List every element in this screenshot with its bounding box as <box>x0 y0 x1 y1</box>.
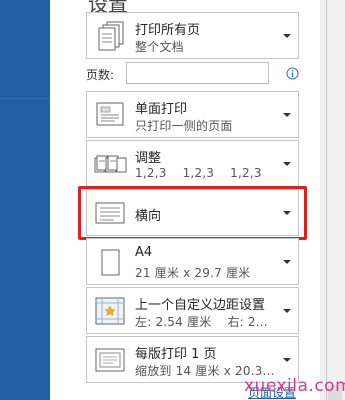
sides-title: 单面打印 <box>135 102 188 117</box>
collate-dropdown[interactable]: 调整 1,2,3 1,2,3 1,2,3 <box>86 140 299 187</box>
pages-per-sheet-icon <box>95 348 125 372</box>
preview-scroll-area[interactable] <box>320 0 345 400</box>
backstage-nav <box>0 0 50 400</box>
pages-label: 页数: <box>86 68 115 82</box>
dropdown-arrow-icon <box>283 162 291 166</box>
dropdown-arrow-icon <box>283 34 291 38</box>
single-sided-icon <box>96 102 124 126</box>
paper-size-dropdown[interactable]: A4 21 厘米 x 29.7 厘米 <box>86 238 299 285</box>
margins-title: 上一个自定义边距设置 <box>135 298 266 313</box>
nav-divider <box>0 98 50 99</box>
collate-subtitle: 1,2,3 1,2,3 1,2,3 <box>135 166 262 180</box>
sides-dropdown[interactable]: 单面打印 只打印一侧的页面 <box>86 91 299 138</box>
margins-subtitle: 左: 2.54 厘米 右: 2... <box>135 315 268 329</box>
paper-size-title: A4 <box>135 245 153 260</box>
dropdown-arrow-icon <box>283 358 291 362</box>
pages-row: 页数: <box>86 62 299 86</box>
pages-icon <box>98 21 124 51</box>
dropdown-arrow-icon <box>283 113 291 117</box>
paper-size-subtitle: 21 厘米 x 29.7 厘米 <box>135 266 251 280</box>
highlight-annotation <box>78 186 307 240</box>
pages-per-sheet-title: 每版打印 1 页 <box>135 347 217 362</box>
collate-title: 调整 <box>135 151 162 166</box>
pages-input[interactable] <box>126 62 269 84</box>
print-range-title: 打印所有页 <box>135 23 201 38</box>
collated-icon <box>94 155 127 173</box>
info-icon[interactable] <box>286 67 299 80</box>
separator-line <box>326 0 327 400</box>
margins-dropdown[interactable]: 上一个自定义边距设置 左: 2.54 厘米 右: 2... <box>86 287 299 334</box>
custom-margins-icon <box>95 297 125 325</box>
print-range-dropdown[interactable]: 打印所有页 整个文档 <box>86 12 299 59</box>
dropdown-arrow-icon <box>283 260 291 264</box>
print-range-subtitle: 整个文档 <box>135 40 184 54</box>
dropdown-arrow-icon <box>283 309 291 313</box>
watermark-text: xuexila.com <box>244 376 345 396</box>
paper-size-icon <box>101 249 120 276</box>
sides-subtitle: 只打印一侧的页面 <box>135 119 233 133</box>
